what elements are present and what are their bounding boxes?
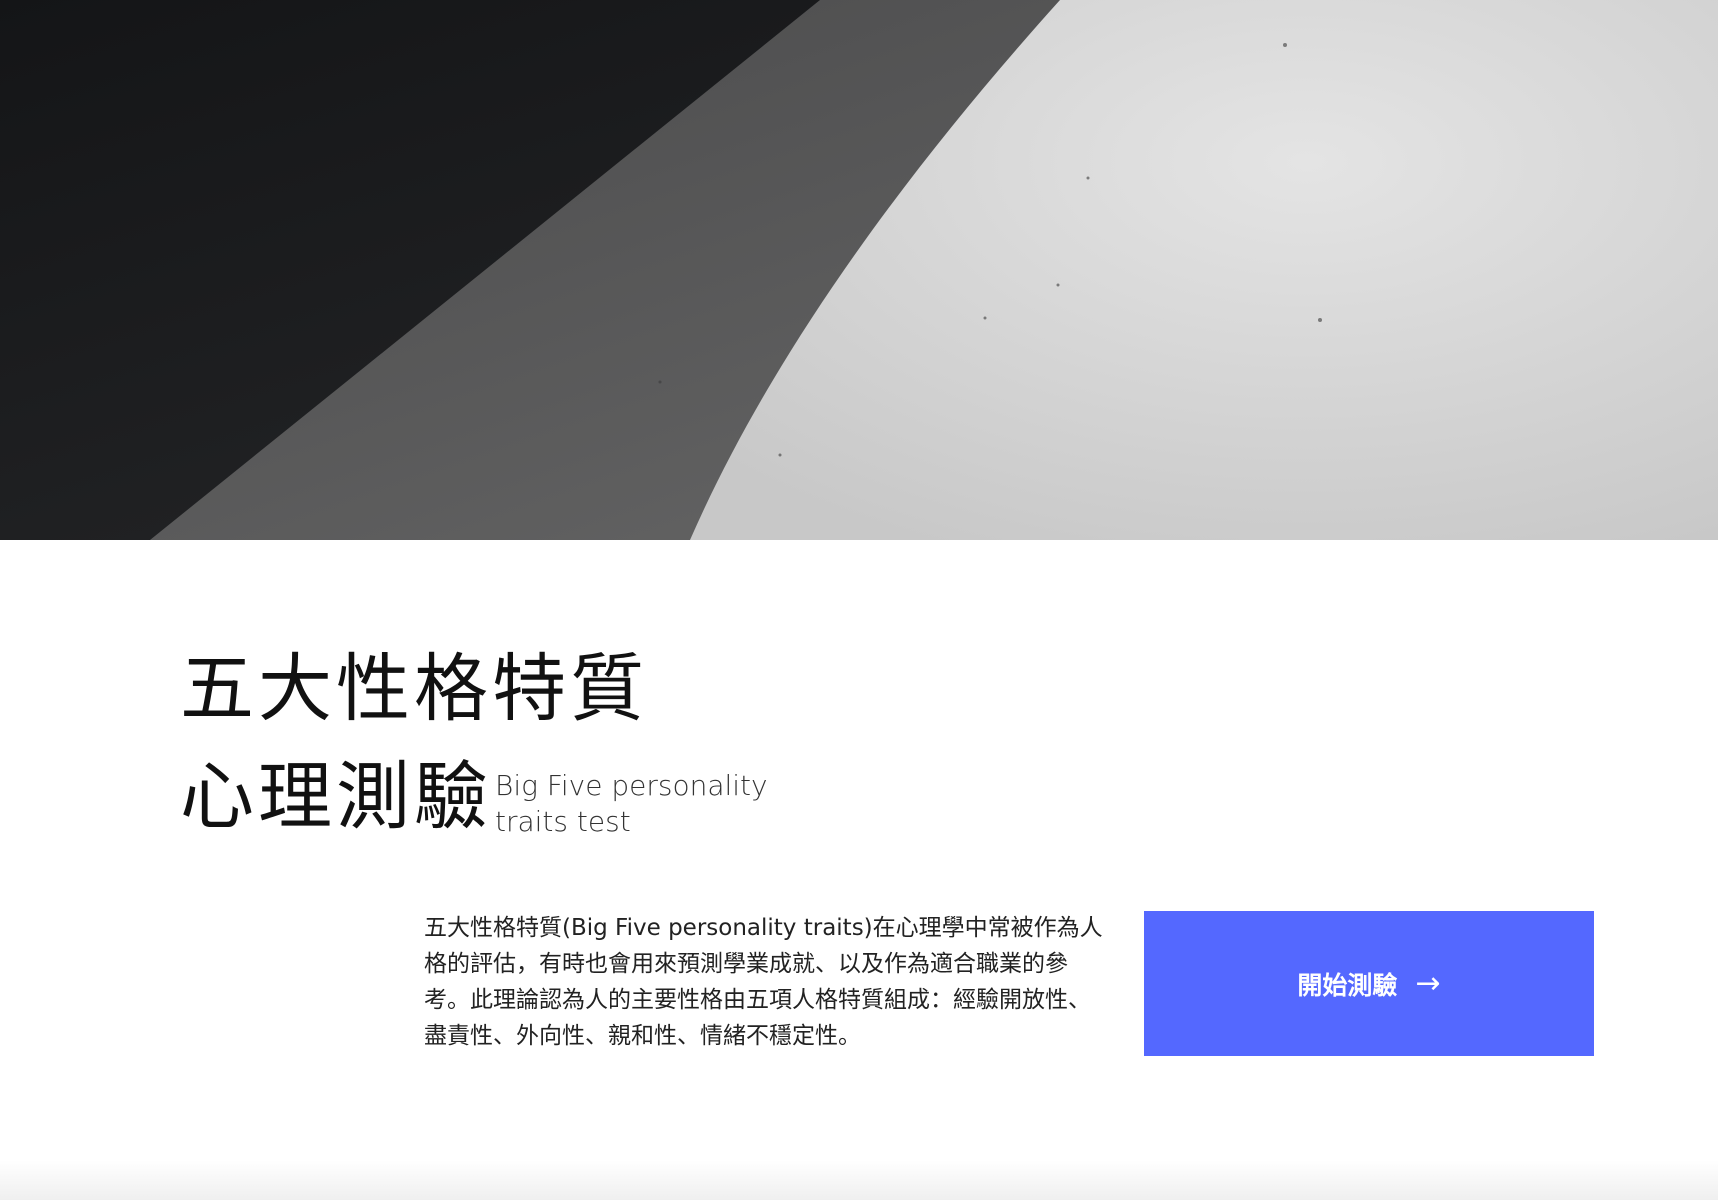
- hero-image: [0, 0, 1718, 540]
- english-title-line1: Big Five personality: [495, 769, 768, 802]
- landing-page: 五大性格特質 心理測驗 Big Five personality traits …: [0, 0, 1718, 1200]
- description-text: 五大性格特質(Big Five personality traits)在心理學中…: [424, 915, 1103, 1049]
- bottom-shadow: [0, 1160, 1718, 1200]
- start-test-label: 開始測驗: [1297, 970, 1398, 1000]
- arrow-right-icon: →: [1415, 965, 1441, 1001]
- start-test-button[interactable]: 開始測驗 →: [1144, 911, 1594, 1056]
- page-subtitle: 心理測驗: [180, 754, 492, 840]
- hero-abstract-shapes: [0, 0, 1718, 540]
- english-title: Big Five personality traits test: [495, 768, 795, 840]
- page-title: 五大性格特質: [180, 646, 648, 732]
- english-title-line2: traits test: [495, 805, 631, 838]
